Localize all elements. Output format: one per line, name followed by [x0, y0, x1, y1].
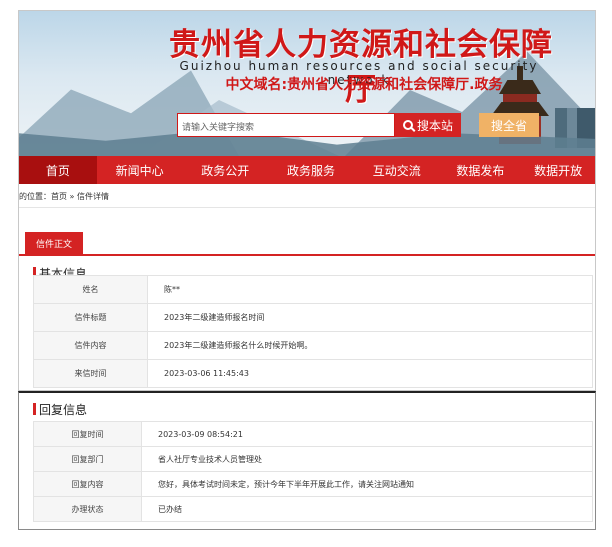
search-site-button[interactable]: 搜本站	[395, 113, 461, 137]
lower-panel: 回复信息 回复时间 2023-03-09 08:54:21 回复部门 省人社厅专…	[18, 391, 596, 530]
search-icon	[402, 120, 413, 130]
name-label: 姓名	[33, 275, 148, 304]
nav-item-gov-info[interactable]: 政务公开	[182, 156, 268, 184]
letter-content-value: 2023年二级建造师报名什么时候开始啊。	[147, 331, 593, 360]
reply-content-label: 回复内容	[33, 471, 142, 497]
nav-item-open-data[interactable]: 数据开放	[521, 156, 595, 184]
reply-content-value: 您好，具体考试时间未定，预计今年下半年开展此工作，请关注网站通知	[141, 471, 593, 497]
letter-time-value: 2023-03-06 11:45:43	[147, 359, 593, 388]
table-row: 回复内容 您好，具体考试时间未定，预计今年下半年开展此工作，请关注网站通知	[33, 471, 593, 497]
search-site-label: 搜本站	[416, 118, 453, 133]
reply-info-header: 回复信息	[19, 398, 595, 420]
nav-item-data-release[interactable]: 数据发布	[440, 156, 522, 184]
status-value: 已办结	[141, 496, 593, 522]
site-domain-name: 中文域名:贵州省人力资源和社会保障厅.政务	[225, 77, 503, 93]
name-value: 陈**	[147, 275, 593, 304]
reply-info-table: 回复时间 2023-03-09 08:54:21 回复部门 省人社厅专业技术人员…	[33, 421, 593, 522]
letter-content-label: 信件内容	[33, 331, 148, 360]
reply-time-value: 2023-03-09 08:54:21	[141, 421, 593, 447]
table-row: 回复部门 省人社厅专业技术人员管理处	[33, 446, 593, 472]
section-marker	[33, 403, 36, 415]
table-row: 办理状态 已办结	[33, 496, 593, 522]
nav-item-interaction[interactable]: 互动交流	[354, 156, 440, 184]
basic-info-table: 姓名 陈** 信件标题 2023年二级建造师报名时间 信件内容 2023年二级建…	[33, 275, 593, 388]
table-row: 信件内容 2023年二级建造师报名什么时候开始啊。	[33, 331, 593, 360]
reply-dept-value: 省人社厅专业技术人员管理处	[141, 446, 593, 472]
tab-letter-body[interactable]: 信件正文	[25, 232, 83, 254]
letter-title-value: 2023年二级建造师报名时间	[147, 303, 593, 332]
tab-bar: 信件正文	[19, 220, 595, 256]
search-province-button[interactable]: 搜全省	[479, 113, 539, 137]
table-row: 信件标题 2023年二级建造师报名时间	[33, 303, 593, 332]
status-label: 办理状态	[33, 496, 142, 522]
letter-title-label: 信件标题	[33, 303, 148, 332]
nav-item-home[interactable]: 首页	[19, 156, 97, 184]
reply-time-label: 回复时间	[33, 421, 142, 447]
reply-dept-label: 回复部门	[33, 446, 142, 472]
letter-time-label: 来信时间	[33, 359, 148, 388]
table-row: 来信时间 2023-03-06 11:45:43	[33, 359, 593, 388]
header-banner: 贵州省人力资源和社会保障厅 Guizhou human resources an…	[19, 11, 595, 156]
nav-item-services[interactable]: 政务服务	[268, 156, 354, 184]
breadcrumb: 的位置：首页 » 信件详情	[19, 184, 595, 208]
table-row: 回复时间 2023-03-09 08:54:21	[33, 421, 593, 447]
search-input[interactable]: 请输入关键字搜索	[177, 113, 395, 137]
main-nav: 首页 新闻中心 政务公开 政务服务 互动交流 数据发布 数据开放	[19, 156, 595, 184]
reply-info-title: 回复信息	[39, 403, 88, 417]
table-row: 姓名 陈**	[33, 275, 593, 304]
upper-panel: 贵州省人力资源和社会保障厅 Guizhou human resources an…	[18, 10, 596, 391]
nav-item-news[interactable]: 新闻中心	[97, 156, 183, 184]
